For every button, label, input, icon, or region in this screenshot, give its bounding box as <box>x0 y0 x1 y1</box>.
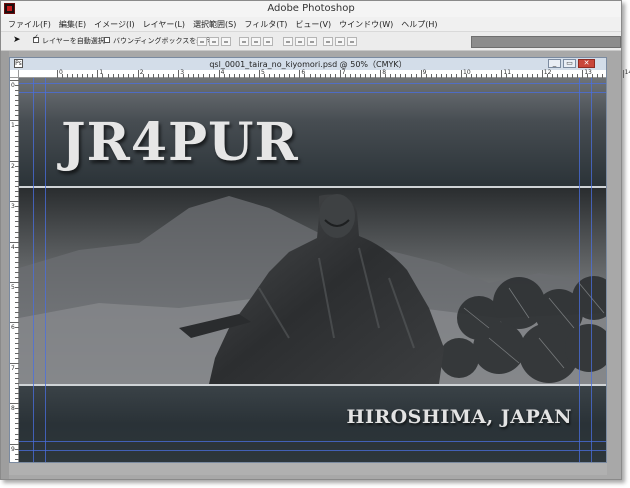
vertical-ruler[interactable]: 0123456789 <box>10 78 19 462</box>
align-top-icon[interactable] <box>197 37 207 46</box>
ruler-origin[interactable] <box>10 70 19 78</box>
ruler-h-major-tick <box>339 70 341 78</box>
ruler-h-major-tick <box>622 70 624 78</box>
align-hcenter-icon[interactable] <box>251 37 261 46</box>
options-bar: ➤ レイヤーを自動選択 バウンディングボックスを表示 <box>1 31 621 51</box>
ruler-h-major-tick <box>501 70 503 78</box>
menu-filter[interactable]: フィルタ(T) <box>241 19 290 30</box>
ruler-h-major-tick <box>380 70 382 78</box>
ruler-v-major-tick <box>10 403 19 405</box>
ruler-h-label: 14 <box>624 69 630 76</box>
align-left-icon[interactable] <box>239 37 249 46</box>
bounding-box-checkbox[interactable] <box>104 37 110 43</box>
menu-window[interactable]: ウインドウ(W) <box>336 19 396 30</box>
menu-file[interactable]: ファイル(F) <box>5 19 54 30</box>
restore-button[interactable]: ▭ <box>563 59 576 68</box>
distribute-right-icon[interactable] <box>347 37 357 46</box>
photoshop-window: Adobe Photoshop ファイル(F) 編集(E) イメージ(I) レイ… <box>0 0 630 480</box>
guide-vertical-left-outer[interactable] <box>33 78 34 462</box>
ruler-h-major-tick <box>137 70 139 78</box>
guide-vertical-left-inner[interactable] <box>45 78 46 462</box>
ruler-v-major-tick <box>10 80 19 81</box>
ruler-h-major-tick <box>299 70 301 78</box>
title-bar[interactable]: Adobe Photoshop <box>1 1 621 18</box>
location-text: HIROSHIMA, JAPAN <box>346 406 572 428</box>
guide-horizontal-bottom-outer[interactable] <box>19 450 606 451</box>
ruler-v-major-tick <box>10 322 19 324</box>
menu-edit[interactable]: 編集(E) <box>56 19 89 30</box>
close-button[interactable]: ✕ <box>578 59 595 68</box>
move-tool-icon[interactable]: ➤ <box>13 35 21 45</box>
ruler-h-major-tick <box>259 70 260 78</box>
align-bottom-icon[interactable] <box>221 37 231 46</box>
menu-layer[interactable]: レイヤー(L) <box>140 19 188 30</box>
ruler-v-major-tick <box>10 201 19 203</box>
auto-select-checkbox[interactable] <box>33 33 39 43</box>
align-right-icon[interactable] <box>263 37 273 46</box>
ruler-h-major-tick <box>218 70 220 78</box>
distribute-vcenter-icon[interactable] <box>295 37 305 46</box>
statue-photo <box>19 186 606 386</box>
statue-photo-graphic <box>19 188 606 384</box>
ruler-h-major-tick <box>420 70 422 78</box>
ruler-h-major-tick <box>57 70 58 78</box>
align-vcenter-icon[interactable] <box>209 37 219 46</box>
guide-vertical-right-inner[interactable] <box>579 78 580 462</box>
ruler-h-major-tick <box>178 70 180 78</box>
status-area <box>9 463 607 475</box>
distribute-left-icon[interactable] <box>323 37 333 46</box>
ruler-v-major-tick <box>10 160 19 162</box>
guide-horizontal-bottom-inner[interactable] <box>19 441 606 442</box>
auto-select-label: レイヤーを自動選択 <box>42 37 105 45</box>
ruler-h-major-tick <box>582 70 584 78</box>
ruler-h-major-tick <box>461 70 462 78</box>
bounding-box-label: バウンディングボックスを表示 <box>113 37 211 45</box>
ruler-v-major-tick <box>10 241 19 243</box>
app-title: Adobe Photoshop <box>267 3 355 14</box>
menu-select[interactable]: 選択範囲(S) <box>190 19 239 30</box>
ruler-h-major-tick <box>97 70 99 78</box>
ruler-h-major-tick <box>541 70 543 78</box>
ruler-v-major-tick <box>10 120 19 122</box>
callsign-text: JR4PUR <box>61 112 299 173</box>
document-canvas[interactable]: JR4PUR HIROSHIMA, JAPAN <box>19 78 606 462</box>
horizontal-ruler[interactable]: 01234567891011121314 <box>19 69 630 78</box>
ruler-v-major-tick <box>10 362 19 364</box>
distribute-hcenter-icon[interactable] <box>335 37 345 46</box>
guide-vertical-right-outer[interactable] <box>591 78 592 462</box>
tools-panel-strip[interactable] <box>1 51 9 479</box>
ruler-v-major-tick <box>10 443 19 445</box>
menu-bar: ファイル(F) 編集(E) イメージ(I) レイヤー(L) 選択範囲(S) フィ… <box>1 17 621 31</box>
menu-view[interactable]: ビュー(V) <box>292 19 334 30</box>
distribute-top-icon[interactable] <box>283 37 293 46</box>
distribute-bottom-icon[interactable] <box>307 37 317 46</box>
panel-well[interactable] <box>471 36 621 48</box>
menu-image[interactable]: イメージ(I) <box>91 19 137 30</box>
document-window: Ps qsl_0001_taira_no_kiyomori.psd @ 50%（… <box>9 57 630 463</box>
guide-horizontal-top-inner[interactable] <box>19 92 606 93</box>
minimize-button[interactable]: _ <box>548 59 561 68</box>
ruler-v-major-tick <box>10 282 19 283</box>
menu-help[interactable]: ヘルプ(H) <box>398 19 440 30</box>
guide-horizontal-top-outer[interactable] <box>19 83 606 84</box>
